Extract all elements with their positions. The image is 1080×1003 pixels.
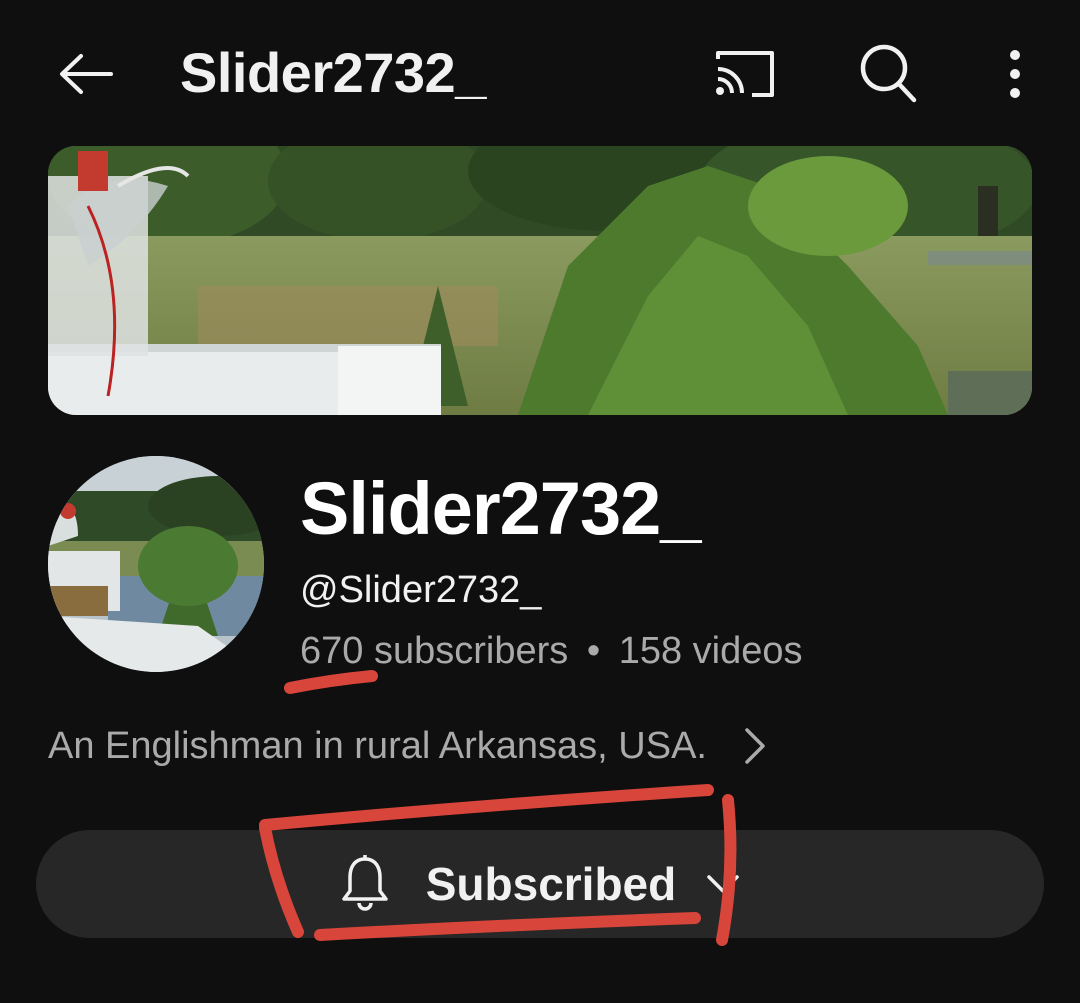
channel-banner <box>48 146 1032 415</box>
video-count: 158 videos <box>618 630 803 672</box>
subscribers-label: subscribers <box>373 630 569 672</box>
back-arrow-icon <box>60 54 113 94</box>
chevron-right-icon <box>743 726 767 766</box>
channel-stats: 670 subscribers • 158 videos <box>300 630 803 673</box>
back-button[interactable] <box>55 48 115 100</box>
channel-avatar[interactable] <box>48 456 264 672</box>
subscriber-count: 670 <box>300 630 364 672</box>
subscribed-button-content: Subscribed <box>340 855 741 913</box>
page-title: Slider2732_ <box>180 41 486 104</box>
channel-description-link[interactable]: An Englishman in rural Arkansas, USA. <box>48 718 767 774</box>
bell-icon <box>341 855 388 911</box>
stats-separator: • <box>586 630 601 672</box>
subscribed-button[interactable]: Subscribed <box>36 830 1044 938</box>
subscribed-label: Subscribed <box>425 858 677 910</box>
channel-name: Slider2732_ <box>300 467 701 550</box>
avatar-image <box>48 456 264 672</box>
top-app-bar: Slider2732_ <box>0 0 1080 150</box>
cast-icon <box>716 51 774 97</box>
more-options-button[interactable] <box>990 42 1040 106</box>
cast-button[interactable] <box>708 46 780 102</box>
banner-image <box>48 146 1032 415</box>
search-icon <box>860 44 917 103</box>
more-vert-icon <box>1010 50 1020 98</box>
channel-description: An Englishman in rural Arkansas, USA. <box>48 724 707 767</box>
search-button[interactable] <box>852 40 924 106</box>
channel-handle: @Slider2732_ <box>300 569 542 611</box>
chevron-down-icon <box>707 875 739 893</box>
